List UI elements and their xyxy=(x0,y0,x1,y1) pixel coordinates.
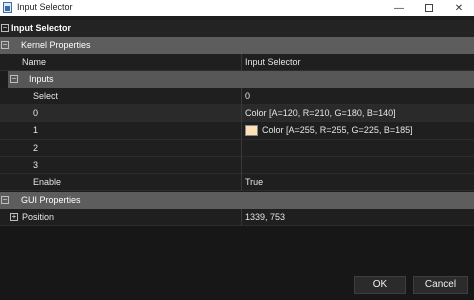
category-label: Inputs xyxy=(29,74,54,84)
category-inputs[interactable]: − Inputs xyxy=(8,71,474,88)
collapse-icon[interactable]: − xyxy=(1,196,9,204)
property-value[interactable]: Input Selector xyxy=(245,54,301,71)
title-bar: Input Selector — ✕ xyxy=(0,0,474,16)
column-divider xyxy=(241,209,242,226)
color-swatch[interactable] xyxy=(245,125,258,136)
cancel-button[interactable]: Cancel xyxy=(413,276,468,294)
collapse-icon[interactable]: − xyxy=(1,41,9,49)
maximize-button[interactable] xyxy=(414,0,444,16)
property-name: 1 xyxy=(33,125,39,135)
property-value[interactable]: True xyxy=(245,174,263,191)
category-gui-properties[interactable]: − GUI Properties xyxy=(0,192,474,209)
minimize-icon: — xyxy=(394,2,404,14)
column-divider xyxy=(241,105,242,122)
property-row-position[interactable]: + Position 1339, 753 xyxy=(0,209,474,226)
expand-icon[interactable]: + xyxy=(10,213,18,221)
property-name: Enable xyxy=(33,177,62,187)
window-title: Input Selector xyxy=(17,2,73,12)
property-name: 2 xyxy=(33,143,39,153)
property-name: Position xyxy=(22,212,55,222)
property-value[interactable]: Color [A=120, R=210, G=180, B=140] xyxy=(245,105,396,122)
column-divider xyxy=(241,88,242,105)
close-button[interactable]: ✕ xyxy=(444,0,474,16)
property-row-input-3[interactable]: 3 xyxy=(0,157,474,174)
property-name: 0 xyxy=(33,108,39,118)
maximize-icon xyxy=(425,4,433,12)
property-name: 3 xyxy=(33,160,39,170)
property-row-input-0[interactable]: 0 Color [A=120, R=210, G=180, B=140] xyxy=(0,105,474,122)
minimize-button[interactable]: — xyxy=(384,0,414,16)
property-row-select[interactable]: Select 0 xyxy=(0,88,474,105)
property-value[interactable]: Color [A=255, R=255, G=225, B=185] xyxy=(262,122,413,139)
collapse-icon[interactable]: − xyxy=(1,24,9,32)
property-row-name[interactable]: Name Input Selector xyxy=(0,54,474,71)
property-grid: − Input Selector − Kernel Properties Nam… xyxy=(0,16,474,226)
close-icon: ✕ xyxy=(454,2,464,14)
property-value[interactable]: 0 xyxy=(245,88,250,105)
dialog-footer: OK Cancel xyxy=(0,226,474,300)
property-row-input-2[interactable]: 2 xyxy=(0,140,474,157)
property-name: Select xyxy=(33,91,59,101)
category-input-selector[interactable]: − Input Selector xyxy=(0,20,474,37)
property-value[interactable]: 1339, 753 xyxy=(245,209,285,226)
category-kernel-properties[interactable]: − Kernel Properties xyxy=(0,37,474,54)
category-label: Kernel Properties xyxy=(21,40,91,50)
column-divider xyxy=(241,140,242,157)
category-label: Input Selector xyxy=(11,23,72,33)
column-divider xyxy=(241,122,242,139)
column-divider xyxy=(241,157,242,174)
property-name: Name xyxy=(22,57,47,67)
ok-button[interactable]: OK xyxy=(354,276,406,294)
collapse-icon[interactable]: − xyxy=(10,75,18,83)
property-row-input-1[interactable]: 1 Color [A=255, R=255, G=225, B=185] xyxy=(0,122,474,140)
column-divider xyxy=(241,174,242,191)
column-divider xyxy=(241,54,242,71)
app-icon xyxy=(3,2,12,13)
property-row-enable[interactable]: Enable True xyxy=(0,174,474,191)
category-label: GUI Properties xyxy=(21,195,81,205)
